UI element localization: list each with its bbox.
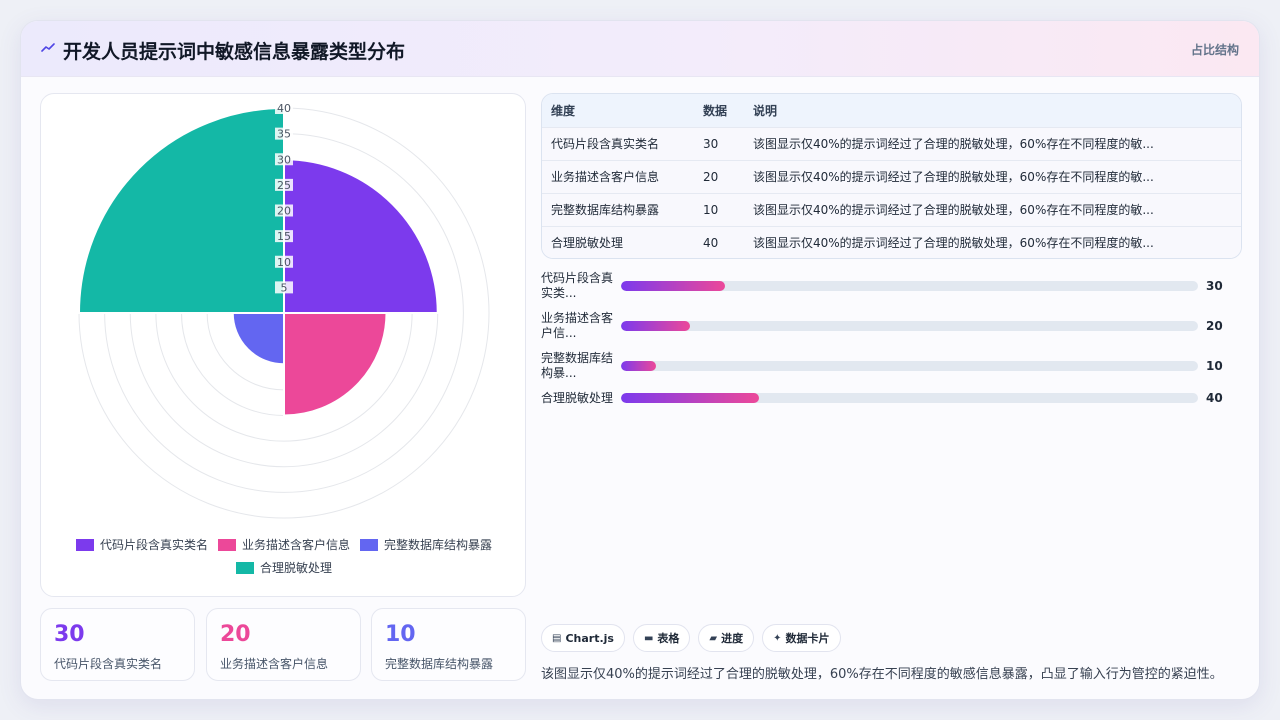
- table-cell: 合理脱敏处理: [551, 236, 624, 251]
- summary-text: 该图显示仅40%的提示词经过了合理的脱敏处理，60%存在不同程度的敏感信息暴露，…: [541, 667, 1223, 682]
- progress-fill: [621, 321, 691, 331]
- legend-label: 完整数据库结构暴露: [384, 538, 493, 552]
- stat-label: 业务描述含客户信息: [220, 657, 329, 671]
- tick-label: 10: [277, 256, 291, 269]
- tick-label: 25: [277, 179, 291, 192]
- progress-row: 合理脱敏处理 40: [541, 391, 1242, 423]
- table-cell: 该图显示仅40%的提示词经过了合理的脱敏处理，60%存在不同程度的敏...: [744, 160, 1241, 194]
- column-header: 说明: [744, 94, 1241, 128]
- table-row: 合理脱敏处理 40 该图显示仅40%的提示词经过了合理的脱敏处理，60%存在不同…: [542, 226, 1241, 258]
- stat-value: 10: [385, 622, 416, 647]
- tick-label: 15: [277, 230, 291, 243]
- sparkle-icon: ✦: [773, 632, 782, 644]
- progress-row: 代码片段含真实类... 30: [541, 271, 1242, 303]
- stat-label: 完整数据库结构暴露: [385, 657, 494, 671]
- progress-label: 完整数据库结构暴...: [541, 351, 614, 380]
- progress-icon: ▰: [709, 632, 718, 644]
- data-table: 维度 数据 说明 代码片段含真实类名 30 该图显示仅40%的提示词经过了合理的…: [541, 93, 1242, 259]
- tick-label: 30: [277, 153, 291, 166]
- header: 开发人员提示词中敏感信息暴露类型分布 占比结构: [21, 21, 1259, 77]
- progress-value: 40: [1206, 391, 1223, 405]
- stat-card: 20 业务描述含客户信息: [206, 608, 361, 681]
- chip-data-cards[interactable]: ✦ 数据卡片: [762, 624, 841, 652]
- table-row: 完整数据库结构暴露 10 该图显示仅40%的提示词经过了合理的脱敏处理，60%存…: [542, 193, 1241, 227]
- progress-value: 10: [1206, 359, 1223, 373]
- polar-segment: [283, 312, 388, 417]
- progress-track: [621, 361, 1198, 371]
- trend-icon: [41, 43, 55, 52]
- chip-label: 表格: [657, 632, 680, 645]
- polar-chart-panel: 5 10 15 20 25 30 35 40 代码片段含真实类名 业务描述含客户信息 完整数据库结…: [40, 93, 526, 597]
- polar-segment: [77, 106, 285, 314]
- legend-item[interactable]: 合理脱敏处理: [235, 559, 332, 576]
- column-header: 数据: [694, 94, 744, 128]
- page-title: 开发人员提示词中敏感信息暴露类型分布: [63, 41, 406, 63]
- legend-item[interactable]: 完整数据库结构暴露: [360, 536, 492, 553]
- progress-track: [621, 281, 1198, 291]
- progress-row: 完整数据库结构暴... 10: [541, 351, 1242, 383]
- column-header: 维度: [542, 94, 694, 128]
- tick-label: 35: [277, 128, 291, 141]
- table-row: 业务描述含客户信息 20 该图显示仅40%的提示词经过了合理的脱敏处理，60%存…: [542, 160, 1241, 194]
- polar-segment: [231, 312, 285, 366]
- chip-label: 进度: [721, 632, 744, 645]
- structure-tag: 占比结构: [1190, 43, 1239, 57]
- chip-chartjs[interactable]: ▤ Chart.js: [541, 624, 625, 652]
- table-cell: 该图显示仅40%的提示词经过了合理的脱敏处理，60%存在不同程度的敏...: [744, 127, 1241, 161]
- progress-value: 20: [1206, 319, 1223, 333]
- progress-label: 合理脱敏处理: [541, 391, 614, 405]
- tech-chips: ▤ Chart.js ▬ 表格 ▰ 进度 ✦ 数据卡片: [541, 624, 841, 652]
- legend-swatch: [75, 538, 94, 551]
- tick-label: 40: [277, 102, 291, 115]
- legend-label: 合理脱敏处理: [259, 561, 332, 575]
- table-icon: ▬: [643, 632, 654, 644]
- chart-icon: ▤: [552, 632, 562, 644]
- progress-fill: [621, 281, 725, 291]
- chip-table[interactable]: ▬ 表格: [632, 624, 691, 652]
- legend-label: 代码片段含真实类名: [99, 538, 208, 552]
- legend-swatch: [235, 561, 254, 574]
- legend-item[interactable]: 业务描述含客户信息: [217, 536, 350, 553]
- table-cell: 该图显示仅40%的提示词经过了合理的脱敏处理，60%存在不同程度的敏...: [744, 193, 1241, 227]
- chip-label: Chart.js: [565, 631, 614, 645]
- stat-card: 30 代码片段含真实类名: [40, 608, 195, 681]
- stat-label: 代码片段含真实类名: [54, 657, 163, 671]
- legend-swatch: [217, 538, 236, 551]
- dashboard-card: 开发人员提示词中敏感信息暴露类型分布 占比结构 5 10 15 20 25 30 35 40 …: [20, 20, 1260, 700]
- table-cell: 该图显示仅40%的提示词经过了合理的脱敏处理，60%存在不同程度的敏...: [753, 236, 1154, 251]
- chip-progress[interactable]: ▰ 进度: [698, 624, 755, 652]
- table-cell: 业务描述含客户信息: [542, 160, 694, 194]
- chip-label: 数据卡片: [785, 632, 830, 645]
- legend-swatch: [360, 538, 378, 551]
- table-cell: 完整数据库结构暴露: [542, 193, 694, 227]
- legend-item[interactable]: 代码片段含真实类名: [75, 536, 208, 553]
- progress-fill: [621, 393, 760, 403]
- polar-segment: [283, 158, 439, 314]
- tick-label: 20: [277, 205, 291, 218]
- table-cell: 10: [694, 193, 744, 227]
- polar-area-chart: 5 10 15 20 25 30 35 40: [77, 102, 490, 519]
- table-cell: 20: [694, 160, 744, 194]
- table-cell: 代码片段含真实类名: [542, 127, 694, 161]
- stat-value: 20: [220, 622, 251, 647]
- table-cell: 40: [703, 235, 719, 250]
- chart-legend: 代码片段含真实类名 业务描述含客户信息 完整数据库结构暴露合理脱敏处理: [51, 536, 517, 576]
- legend-label: 业务描述含客户信息: [241, 538, 350, 552]
- stat-card: 10 完整数据库结构暴露: [371, 608, 526, 681]
- stat-value: 30: [54, 622, 85, 647]
- table-cell: 30: [694, 127, 744, 161]
- progress-track: [621, 393, 1198, 403]
- progress-label: 代码片段含真实类...: [541, 271, 614, 300]
- progress-fill: [621, 361, 656, 371]
- progress-value: 30: [1206, 279, 1223, 293]
- tick-label: 5: [281, 281, 288, 294]
- progress-label: 业务描述含客户信...: [541, 311, 614, 340]
- table-row: 代码片段含真实类名 30 该图显示仅40%的提示词经过了合理的脱敏处理，60%存…: [542, 127, 1241, 161]
- progress-row: 业务描述含客户信... 20: [541, 311, 1242, 343]
- progress-track: [621, 321, 1198, 331]
- table-header-row: 维度 数据 说明: [542, 94, 1241, 128]
